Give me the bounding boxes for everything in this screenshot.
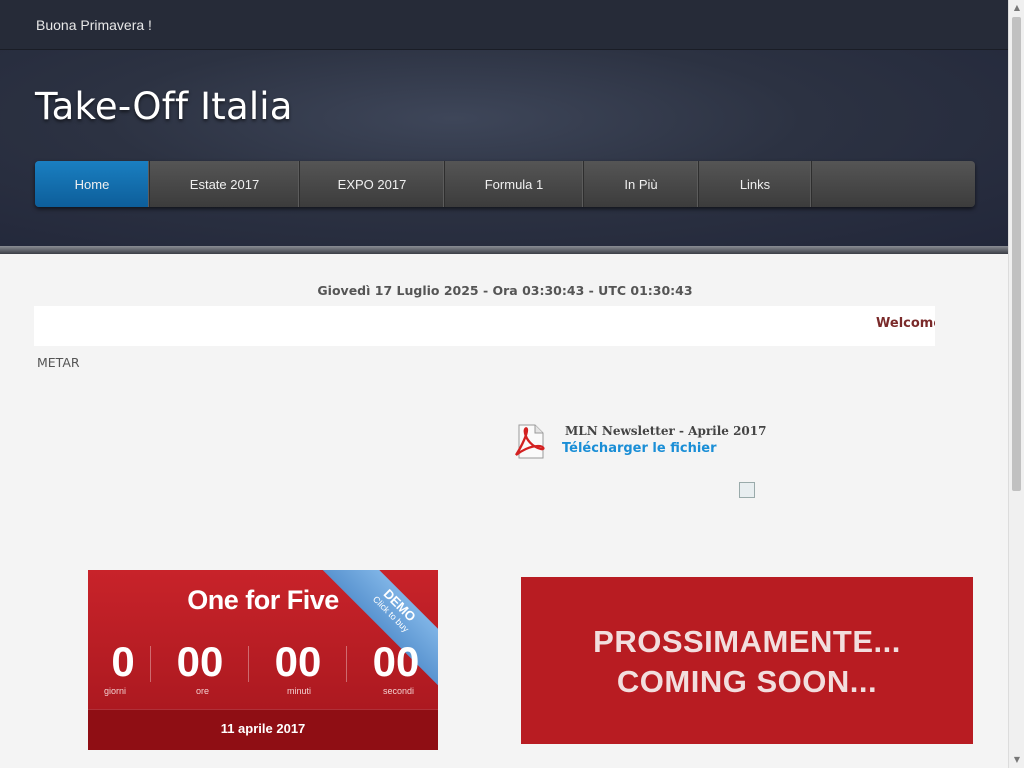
date-time-line: Giovedì 17 Luglio 2025 - Ora 03:30:43 - … <box>317 283 693 298</box>
minutes-label: minuti <box>287 686 312 696</box>
top-bar-message: Buona Primavera ! <box>36 17 152 33</box>
vertical-scrollbar[interactable]: ▲ ▼ <box>1008 0 1024 768</box>
countdown-footer: 11 aprile 2017 <box>88 709 438 750</box>
site-title[interactable]: Take-Off Italia <box>35 85 293 128</box>
marquee-text: Welcome <box>876 316 935 331</box>
countdown-minutes: 00 minuti <box>266 638 330 698</box>
digit-separator <box>346 646 347 682</box>
pdf-icon[interactable] <box>513 424 547 464</box>
countdown-target-date: 11 aprile 2017 <box>220 721 306 736</box>
nav-item-expo-2017[interactable]: EXPO 2017 <box>300 161 445 207</box>
metar-label: METAR <box>37 355 80 370</box>
nav-item-links[interactable]: Links <box>699 161 812 207</box>
nav-item-home[interactable]: Home <box>35 161 150 207</box>
scroll-up-arrow-icon[interactable]: ▲ <box>1009 0 1024 16</box>
digit-separator <box>150 646 151 682</box>
top-bar: Buona Primavera ! <box>0 0 1008 50</box>
seconds-label: secondi <box>382 686 414 696</box>
newsletter-title: MLN Newsletter - Aprile 2017 <box>565 424 767 438</box>
days-value: 0 <box>111 638 135 685</box>
welcome-marquee: Welcome <box>34 306 935 346</box>
banner-line-1: PROSSIMAMENTE... <box>593 624 901 659</box>
countdown-days: 0 giorni <box>98 638 148 698</box>
main-nav: Home Estate 2017 EXPO 2017 Formula 1 In … <box>35 161 975 207</box>
nav-item-estate-2017[interactable]: Estate 2017 <box>150 161 300 207</box>
countdown-hours: 00 ore <box>168 638 232 698</box>
seconds-value: 00 <box>372 638 420 685</box>
scrollbar-thumb[interactable] <box>1012 17 1021 491</box>
countdown-widget[interactable]: One for Five DEMO Click to buy 0 giorni … <box>88 570 438 750</box>
scroll-down-arrow-icon[interactable]: ▼ <box>1009 752 1024 768</box>
banner-line-2: COMING SOON... <box>616 664 878 699</box>
nav-item-formula-1[interactable]: Formula 1 <box>445 161 584 207</box>
hours-label: ore <box>196 686 210 696</box>
download-file-link[interactable]: Télécharger le fichier <box>562 441 717 456</box>
nav-filler <box>812 161 975 207</box>
broken-image-icon <box>739 482 755 498</box>
coming-soon-banner: PROSSIMAMENTE... COMING SOON... <box>521 577 973 744</box>
days-label: giorni <box>104 686 127 696</box>
nav-item-in-piu[interactable]: In Più <box>584 161 699 207</box>
hours-value: 00 <box>176 638 224 685</box>
header-divider <box>0 246 1008 254</box>
minutes-value: 00 <box>274 638 322 685</box>
digit-separator <box>248 646 249 682</box>
countdown-digits: 0 giorni 00 ore 00 minuti 00 secondi <box>88 638 438 698</box>
site-header: Take-Off Italia Home Estate 2017 EXPO 20… <box>0 50 1008 246</box>
countdown-seconds: 00 secondi <box>364 638 428 698</box>
